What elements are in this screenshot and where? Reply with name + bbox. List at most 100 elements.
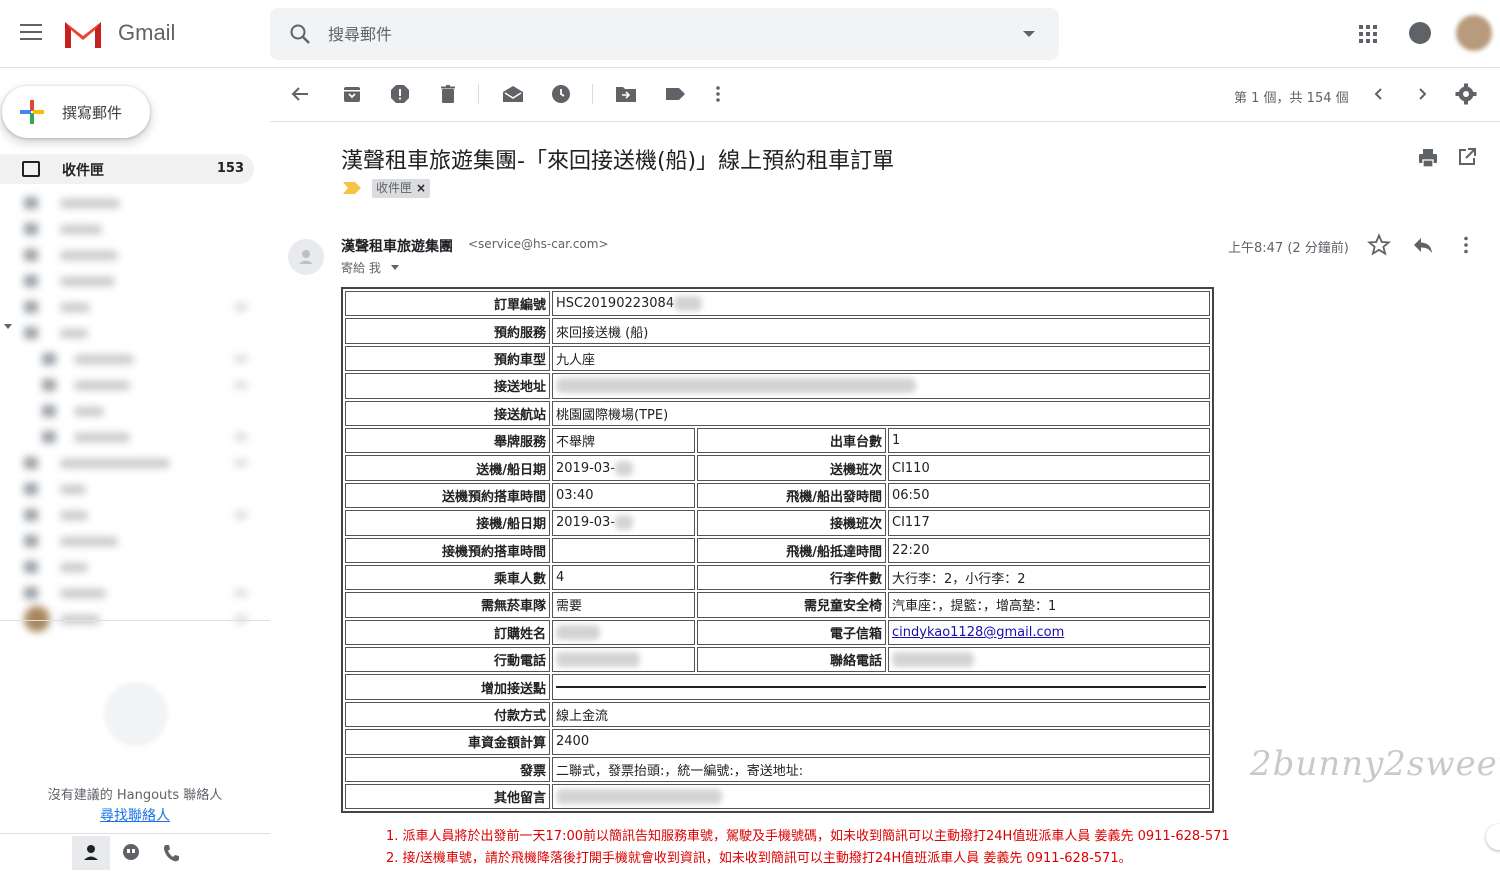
older-button[interactable]	[1410, 82, 1434, 106]
email-link[interactable]: cindykao1128@gmail.com	[892, 625, 1064, 640]
sidebar-item-inbox[interactable]: 收件匣 153	[0, 154, 254, 184]
move-to-button[interactable]	[614, 82, 638, 106]
sidebar-item[interactable]	[14, 242, 254, 268]
passengers-label: 乘車人數	[345, 564, 550, 591]
sidebar-item[interactable]	[14, 294, 254, 320]
sidebar-item[interactable]	[14, 424, 254, 450]
reply-icon[interactable]	[1411, 234, 1435, 256]
search-icon[interactable]	[288, 22, 312, 46]
hangouts-tab[interactable]	[112, 836, 150, 870]
contacts-tab[interactable]	[72, 836, 110, 870]
star-icon[interactable]	[1367, 233, 1391, 257]
more-vert-icon[interactable]	[1463, 236, 1469, 254]
sidebar-item[interactable]	[14, 346, 254, 372]
car-count-value: 1	[888, 427, 1210, 454]
search-options-chevron-icon[interactable]	[1023, 31, 1035, 37]
service-label: 預約服務	[345, 318, 550, 344]
gear-icon	[1455, 83, 1477, 105]
order-number-label: 訂單編號	[345, 291, 550, 317]
sidebar-item[interactable]	[14, 528, 254, 554]
sender-avatar[interactable]	[288, 239, 324, 275]
archive-button[interactable]	[340, 82, 364, 106]
top-bar: Gmail	[0, 0, 1500, 68]
terminal-value: 桃園國際機場(TPE)	[552, 400, 1210, 426]
email-cell: cindykao1128@gmail.com	[888, 619, 1210, 646]
inbox-label-chip: 收件匣 ×	[372, 179, 431, 198]
show-details-chevron-icon[interactable]	[391, 265, 399, 270]
phone-value	[888, 647, 1210, 673]
importance-marker-icon[interactable]	[343, 182, 361, 194]
remove-label-icon[interactable]: ×	[416, 181, 426, 195]
spam-icon	[391, 85, 409, 103]
delete-button[interactable]	[436, 82, 460, 106]
table-row: 乘車人數 4 行李件數 大行李：2，小行李：2	[345, 564, 1210, 591]
sender-name[interactable]: 漢聲租車旅遊集團	[341, 236, 453, 256]
sidebar-item[interactable]	[14, 268, 254, 294]
gmail-logo-icon[interactable]	[62, 18, 104, 50]
labels-button[interactable]	[663, 82, 687, 106]
compose-button[interactable]: 撰寫郵件	[2, 86, 150, 138]
find-contacts-link[interactable]: 尋找聯絡人	[0, 805, 270, 825]
sidebar-item[interactable]	[14, 554, 254, 580]
redacted-block	[556, 378, 916, 394]
phone-label: 聯絡電話	[697, 647, 886, 673]
service-value: 來回接送機 (船)	[552, 318, 1210, 344]
buyer-name-label: 訂購姓名	[345, 619, 550, 646]
sidebar-item[interactable]	[14, 580, 254, 606]
order-number-cell: HSC20190223084	[552, 291, 1210, 317]
other-message-value	[552, 784, 1210, 810]
settings-button[interactable]	[1454, 82, 1478, 106]
sidebar-item[interactable]	[14, 372, 254, 398]
pagination-count: 第 1 個，共 154 個	[1234, 91, 1349, 106]
redacted-block	[556, 789, 722, 805]
expand-labels-chevron-icon[interactable]	[4, 324, 12, 329]
sidebar-item[interactable]	[14, 450, 254, 476]
child-seat-value: 汽車座：，提籃：，增高墊：1	[888, 592, 1210, 618]
departure-pickup-value: 03:40	[552, 482, 695, 509]
sidebar-item[interactable]	[14, 502, 254, 528]
print-icon[interactable]	[1418, 148, 1438, 168]
account-avatar[interactable]	[1456, 15, 1492, 51]
snooze-button[interactable]	[549, 82, 573, 106]
table-row: 送機預約搭車時間 03:40 飛機/船出發時間 06:50	[345, 482, 1210, 509]
watermark: 2bunny2sweet	[1250, 744, 1500, 784]
redacted-block	[556, 652, 640, 668]
sidebar-item[interactable]	[14, 216, 254, 242]
open-new-window-icon[interactable]	[1458, 148, 1476, 166]
side-panel-toggle[interactable]	[1486, 824, 1500, 850]
google-apps-icon[interactable]	[1359, 25, 1377, 43]
person-icon	[299, 250, 313, 264]
sidebar-item[interactable]	[14, 398, 254, 424]
blurred-label-list	[14, 190, 254, 632]
sidebar-item[interactable]	[14, 476, 254, 502]
search-bar	[270, 8, 1059, 60]
non-smoking-label: 需無菸車隊	[345, 592, 550, 618]
flight-arrival-value: 22:20	[888, 537, 1210, 563]
sidebar-item[interactable]	[14, 606, 254, 632]
more-actions-button[interactable]	[706, 82, 730, 106]
sidebar-item[interactable]	[14, 320, 254, 346]
phone-tab[interactable]	[152, 836, 190, 870]
arrival-flight-label: 接機班次	[697, 510, 886, 536]
message-subject: 漢聲租車旅遊集團-「來回接送機(船)」線上預約租車訂單	[341, 149, 895, 174]
main-menu-icon[interactable]	[20, 24, 42, 42]
notifications-icon[interactable]	[1409, 22, 1431, 44]
report-spam-button[interactable]	[388, 82, 412, 106]
extra-stop-label: 增加接送點	[345, 674, 550, 700]
order-number-value: HSC20190223084	[556, 296, 675, 312]
extra-stop-value	[552, 674, 1210, 700]
newer-button[interactable]	[1367, 82, 1391, 106]
flight-departure-label: 飛機/船出發時間	[697, 482, 886, 509]
back-button[interactable]	[288, 82, 312, 106]
sidebar-item[interactable]	[14, 190, 254, 216]
unread-count: 153	[216, 161, 244, 176]
email-label: 電子信箱	[697, 619, 886, 646]
message-toolbar: 第 1 個，共 154 個	[270, 68, 1500, 122]
trash-icon	[441, 85, 455, 103]
mark-unread-button[interactable]	[501, 82, 525, 106]
search-input[interactable]	[328, 20, 988, 48]
horizontal-rule	[556, 686, 1206, 689]
table-row: 需無菸車隊 需要 需兒童安全椅 汽車座：，提籃：，增高墊：1	[345, 592, 1210, 618]
app-name[interactable]: Gmail	[118, 20, 175, 46]
departure-flight-label: 送機班次	[697, 455, 886, 481]
